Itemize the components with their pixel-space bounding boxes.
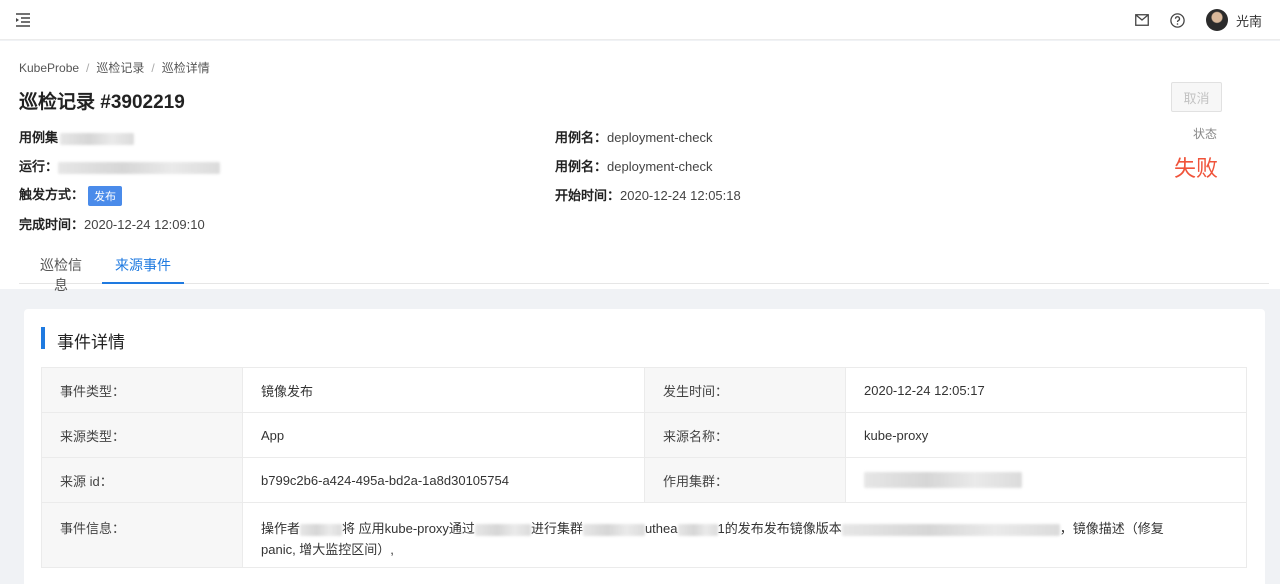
trigger-tag: 发布	[88, 185, 123, 206]
status-badge: 失败	[1174, 156, 1219, 181]
occur-time-label: 发生时间：	[644, 367, 846, 413]
tab-bar: 巡检信息 来源事件	[19, 245, 1269, 293]
table-row: 事件类型： 镜像发布 发生时间： 2020-12-24 12:05:17	[41, 367, 1247, 413]
source-type-label: 来源类型：	[41, 412, 243, 458]
table-row: 事件信息： 操作者将 应用kube-proxy通过 进行集群 uthea 1的发布发布…	[41, 502, 1247, 568]
cluster-label: 作用集群：	[644, 457, 846, 503]
occur-time-value: 2020-12-24 12:05:17	[845, 367, 1247, 413]
table-row: 来源类型： App 来源名称： kube-proxy	[41, 412, 1247, 458]
breadcrumb-item-records[interactable]: 巡检记录	[96, 61, 144, 75]
cancel-button[interactable]: 取消	[1171, 82, 1222, 112]
avatar[interactable]	[1205, 9, 1228, 31]
breadcrumb: KubeProbe / 巡检记录 / 巡检详情	[19, 61, 210, 75]
event-detail-table: 事件类型： 镜像发布 发生时间： 2020-12-24 12:05:17 来源类…	[41, 367, 1247, 568]
event-detail-card: 事件详情 事件类型： 镜像发布 发生时间： 2020-12-24 12:05:1…	[24, 309, 1265, 584]
cluster-value	[845, 457, 1247, 503]
case-set-label: 用例集	[19, 130, 59, 145]
case-name-field-2: 用例名：deployment-check	[555, 159, 713, 174]
event-info-value: 操作者将 应用kube-proxy通过 进行集群 uthea 1的发布发布镜像版本 ，镜…	[242, 502, 1247, 568]
tab-inspection-info[interactable]: 巡检信息	[34, 255, 88, 293]
tab-source-event[interactable]: 来源事件	[102, 255, 184, 284]
record-header: KubeProbe / 巡检记录 / 巡检详情 巡检记录 #3902219 取消 用例集…	[0, 41, 1280, 293]
finish-time-field: 完成时间：2020-12-24 12:09:10	[19, 217, 205, 232]
user-name[interactable]: 光南	[1236, 11, 1262, 30]
breadcrumb-item-detail: 巡检详情	[161, 61, 210, 75]
topbar-right: 光南	[1134, 6, 1262, 34]
run-value-redacted	[58, 161, 221, 174]
top-bar: 光南	[0, 0, 1280, 40]
event-info-label: 事件信息：	[41, 502, 243, 568]
cluster-value-redacted	[864, 472, 1022, 489]
page-title: 巡检记录 #3902219	[19, 92, 185, 113]
case-set-field: 用例集	[19, 127, 135, 146]
breadcrumb-item-kubeprobe[interactable]: KubeProbe	[19, 61, 79, 75]
status-label: 状态	[1193, 127, 1218, 141]
event-type-label: 事件类型：	[41, 367, 243, 413]
source-id-label: 来源 id：	[41, 457, 243, 503]
run-field: 运行：	[19, 156, 221, 175]
mail-icon[interactable]	[1134, 12, 1150, 28]
card-title: 事件详情	[57, 333, 125, 352]
source-name-value: kube-proxy	[845, 412, 1247, 458]
source-type-value: App	[242, 412, 645, 458]
start-time-field: 开始时间：2020-12-24 12:05:18	[555, 188, 741, 203]
menu-fold-icon[interactable]	[14, 11, 32, 29]
source-id-value: b799c2b6-a424-495a-bd2a-1a8d30105754	[242, 457, 645, 503]
help-icon[interactable]	[1170, 12, 1186, 28]
case-set-value-redacted	[60, 132, 135, 145]
table-row: 来源 id： b799c2b6-a424-495a-bd2a-1a8d30105…	[41, 457, 1247, 503]
trigger-field: 触发方式： 发布	[19, 184, 123, 206]
event-type-value: 镜像发布	[242, 367, 645, 413]
title-accent-bar	[41, 327, 45, 349]
source-name-label: 来源名称：	[644, 412, 846, 458]
case-name-field-1: 用例名：deployment-check	[555, 130, 713, 145]
